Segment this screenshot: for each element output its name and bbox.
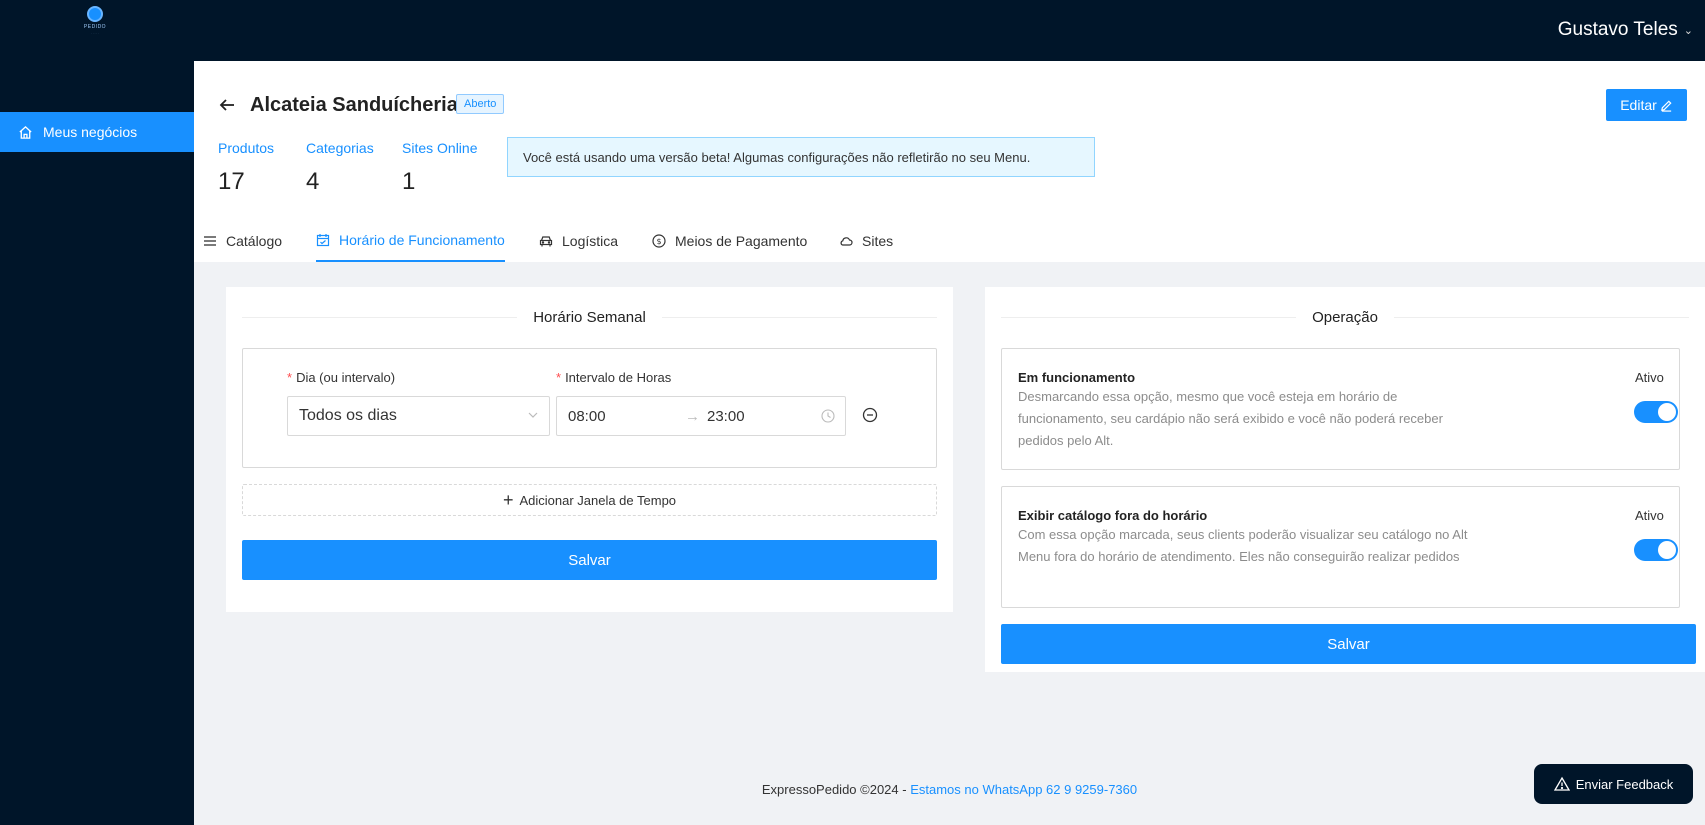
car-icon — [539, 235, 553, 246]
logo-subtext: · · · · · — [90, 31, 100, 35]
tab-catalogo[interactable]: Catálogo — [203, 219, 282, 262]
tab-logistica[interactable]: Logística — [539, 219, 618, 262]
time-range-picker[interactable]: 08:00 → 23:00 — [556, 396, 846, 436]
tab-sites[interactable]: Sites — [839, 219, 893, 262]
logo-text: PEDIDO — [83, 24, 107, 30]
chevron-down-icon — [528, 412, 538, 418]
top-header: PEDIDO · · · · · Gustavo Teles ⌄ — [0, 0, 1705, 61]
calendar-icon — [316, 233, 330, 246]
operation-card: Operação Em funcionamento Desmarcando es… — [985, 287, 1705, 672]
option-description: Com essa opção marcada, seus clients pod… — [1018, 527, 1468, 564]
beta-notice: Você está usando uma versão beta! Alguma… — [507, 137, 1095, 177]
sidebar-item-label: Meus negócios — [43, 124, 138, 140]
operation-option-em-funcionamento: Em funcionamento Desmarcando essa opção,… — [1001, 348, 1680, 470]
tab-bar: Catálogo Horário de Funcionamento Logíst… — [194, 219, 1705, 262]
edit-button[interactable]: Editar — [1606, 89, 1687, 121]
user-name: Gustavo Teles — [1557, 19, 1678, 40]
operation-option-exibir-catalogo: Exibir catálogo fora do horário Com essa… — [1001, 486, 1680, 608]
plus-icon: + — [502, 490, 514, 510]
card-title: Operação — [1001, 309, 1689, 326]
tab-horario-de-funcionamento[interactable]: Horário de Funcionamento — [316, 219, 505, 262]
dollar-icon: $ — [652, 233, 666, 248]
tab-label: Meios de Pagamento — [675, 232, 808, 249]
day-select[interactable]: Todos os dias — [287, 396, 550, 436]
tab-label: Sites — [862, 232, 894, 249]
feedback-label: Enviar Feedback — [1575, 776, 1674, 792]
logo-mark — [87, 6, 103, 22]
sidebar-item-meus-negocios[interactable]: Meus negócios — [0, 112, 194, 152]
em-funcionamento-toggle[interactable] — [1634, 401, 1678, 423]
stat-label: Sites Online — [402, 140, 478, 156]
save-label: Salvar — [568, 551, 611, 569]
tab-meios-de-pagamento[interactable]: $ Meios de Pagamento — [652, 219, 807, 262]
day-select-value: Todos os dias — [299, 407, 397, 424]
sidebar: Meus negócios — [0, 61, 194, 825]
stat-value: 1 — [402, 168, 416, 195]
stat-categorias: Categorias 4 — [306, 140, 374, 196]
stat-value: 17 — [218, 168, 245, 195]
app-logo[interactable]: PEDIDO · · · · · — [78, 6, 112, 38]
back-arrow-icon[interactable] — [218, 96, 236, 114]
option-status: Ativo — [1635, 370, 1664, 385]
tab-label: Logística — [562, 232, 619, 249]
menu-icon — [204, 235, 216, 246]
weekly-schedule-card: Horário Semanal * Dia (ou intervalo) * Int… — [226, 287, 953, 612]
save-weekly-button[interactable]: Salvar — [242, 540, 937, 580]
tab-label: Horário de Funcionamento — [339, 231, 505, 248]
send-feedback-button[interactable]: Enviar Feedback — [1534, 764, 1693, 804]
chevron-down-icon: ⌄ — [1683, 24, 1693, 37]
stat-produtos: Produtos 17 — [218, 140, 274, 196]
save-operation-button[interactable]: Salvar — [1001, 624, 1696, 664]
stat-label: Produtos — [218, 140, 275, 156]
stat-sites-online: Sites Online 1 — [402, 140, 477, 196]
stat-label: Categorias — [306, 140, 374, 156]
footer: ExpressoPedido ©2024 - Estamos no WhatsA… — [194, 782, 1705, 797]
day-field-label: * Dia (ou intervalo) — [287, 370, 396, 385]
warning-icon — [1553, 776, 1570, 791]
option-title: Em funcionamento — [1018, 370, 1136, 385]
stat-value: 4 — [306, 168, 320, 195]
add-time-window-button[interactable]: + Adicionar Janela de Tempo — [242, 484, 937, 516]
option-status: Ativo — [1635, 508, 1664, 523]
card-title: Horário Semanal — [242, 309, 937, 326]
page-title: Alcateia Sanduícheria — [250, 94, 458, 116]
footer-copyright: ExpressoPedido ©2024 - — [761, 782, 911, 797]
edit-button-label: Editar — [1620, 97, 1657, 113]
hours-field-label: * Intervalo de Horas — [556, 370, 672, 385]
business-header: Alcateia Sanduícheria Aberto Editar Prod… — [194, 61, 1705, 262]
start-time[interactable]: 08:00 — [568, 408, 606, 425]
pencil-icon — [1660, 99, 1672, 112]
whatsapp-link[interactable]: Estamos no WhatsApp 62 9 9259-7360 — [910, 782, 1137, 797]
option-title: Exibir catálogo fora do horário — [1018, 508, 1208, 523]
status-badge: Aberto — [456, 94, 505, 114]
svg-text:$: $ — [656, 237, 661, 246]
user-menu[interactable]: Gustavo Teles ⌄ — [1558, 19, 1693, 41]
option-description: Desmarcando essa opção, mesmo que você e… — [1018, 389, 1443, 448]
exibir-catalogo-toggle[interactable] — [1634, 539, 1678, 561]
cloud-icon — [840, 236, 853, 246]
add-window-label: Adicionar Janela de Tempo — [519, 492, 677, 508]
end-time[interactable]: 23:00 — [707, 408, 745, 425]
tab-label: Catálogo — [226, 232, 283, 249]
save-label: Salvar — [1327, 635, 1370, 653]
remove-circle-icon[interactable] — [862, 407, 878, 423]
home-icon — [19, 125, 32, 139]
arrow-right-icon: → — [685, 408, 700, 425]
clock-icon — [821, 409, 835, 423]
time-window-row: * Dia (ou intervalo) * Intervalo de Horas … — [242, 348, 937, 468]
